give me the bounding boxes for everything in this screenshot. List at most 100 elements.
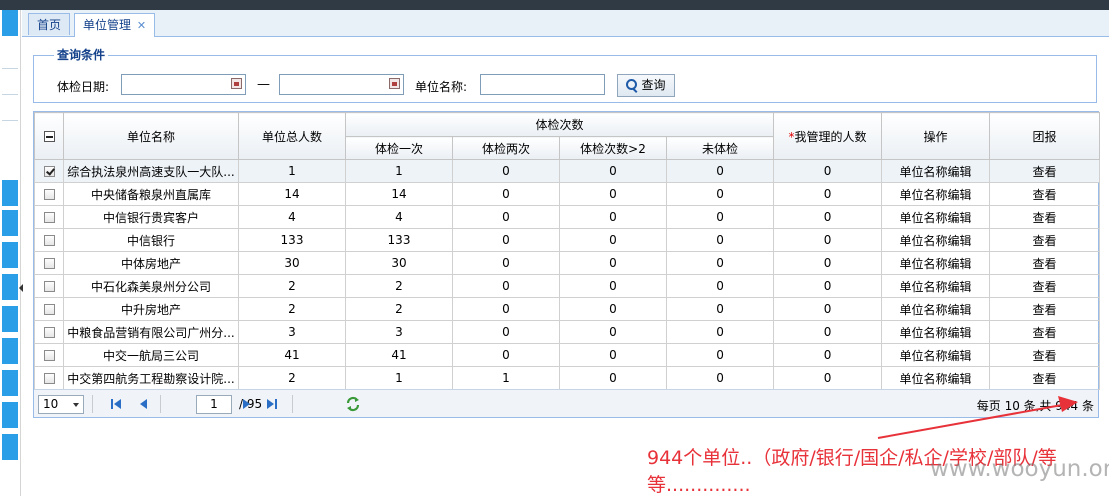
col-unit-name[interactable]: 单位名称 [63,112,239,160]
page-number-input[interactable]: 1 [196,395,232,414]
table-row[interactable]: 中交一航局三公司 41 41 0 0 0 0 单位名称编辑 查看 [34,343,1101,367]
close-icon[interactable]: ✕ [137,19,146,32]
col-mine[interactable]: *我管理的人数 [773,112,883,160]
cell-twice: 0 [452,228,560,252]
collapse-arrow-icon[interactable] [19,284,23,292]
sidebar-button[interactable] [2,242,18,268]
sidebar-button[interactable] [2,306,18,332]
cell-mine: 0 [773,297,883,321]
tab-home-label: 首页 [37,18,62,32]
cell-total: 1 [238,159,346,183]
col-twice[interactable]: 体检两次 [452,136,560,160]
col-more[interactable]: 体检次数>2 [559,136,667,160]
cell-report[interactable]: 查看 [989,159,1101,183]
col-total[interactable]: 单位总人数 [238,112,346,160]
date-to-input[interactable] [279,74,404,95]
row-checkbox[interactable] [34,320,64,344]
cell-report[interactable]: 查看 [989,366,1101,390]
col-none[interactable]: 未体检 [665,136,775,160]
cell-report[interactable]: 查看 [989,320,1101,344]
cell-op[interactable]: 单位名称编辑 [881,297,991,321]
row-checkbox[interactable] [34,205,64,229]
row-checkbox[interactable] [34,182,64,206]
cell-op[interactable]: 单位名称编辑 [881,205,991,229]
cell-report[interactable]: 查看 [989,205,1101,229]
cell-op[interactable]: 单位名称编辑 [881,274,991,298]
cell-report[interactable]: 查看 [989,297,1101,321]
checkbox-icon [43,327,55,338]
cell-total: 2 [238,297,346,321]
select-all-checkbox[interactable] [34,112,64,160]
cell-total: 2 [238,366,346,390]
table-row[interactable]: 中粮食品营销有限公司广州分... 3 3 0 0 0 0 单位名称编辑 查看 [34,320,1101,344]
sidebar-button[interactable] [2,434,18,460]
cell-none: 0 [665,228,775,252]
table-row[interactable]: 中体房地产 30 30 0 0 0 0 单位名称编辑 查看 [34,251,1101,275]
row-checkbox[interactable] [34,297,64,321]
sidebar-button[interactable] [2,402,18,428]
cell-op[interactable]: 单位名称编辑 [881,228,991,252]
search-button[interactable]: 查询 [617,74,675,97]
cell-name: 中信银行 [63,228,239,252]
cell-report[interactable]: 查看 [989,251,1101,275]
first-page-icon[interactable] [111,399,123,409]
prev-page-icon[interactable] [138,399,150,409]
cell-op[interactable]: 单位名称编辑 [881,251,991,275]
sidebar-button[interactable] [2,338,18,364]
row-checkbox[interactable] [34,228,64,252]
row-checkbox[interactable] [34,343,64,367]
sidebar-button[interactable] [2,10,18,36]
cell-op[interactable]: 单位名称编辑 [881,366,991,390]
next-page-icon[interactable] [241,399,253,409]
checkbox-icon [43,258,55,269]
date-from-input[interactable] [121,74,246,95]
cell-none: 0 [665,205,775,229]
cell-total: 3 [238,320,346,344]
sidebar-button[interactable] [2,370,18,396]
cell-name: 综合执法泉州高速支队一大队... [63,159,239,183]
calendar-icon[interactable] [389,78,400,89]
table-row[interactable]: 中石化森美泉州分公司 2 2 0 0 0 0 单位名称编辑 查看 [34,274,1101,298]
sidebar-button[interactable] [2,274,18,300]
calendar-icon[interactable] [231,78,242,89]
cell-mine: 0 [773,182,883,206]
last-page-icon[interactable] [267,399,279,409]
checkbox-icon [43,212,55,223]
table-row[interactable]: 中信银行 133 133 0 0 0 0 单位名称编辑 查看 [34,228,1101,252]
row-checkbox[interactable] [34,366,64,390]
row-checkbox[interactable] [34,159,64,183]
cell-name: 中信银行贵宾客户 [63,205,239,229]
tab-unit-management[interactable]: 单位管理 ✕ [74,13,156,37]
table-row[interactable]: 中升房地产 2 2 0 0 0 0 单位名称编辑 查看 [34,297,1101,321]
col-report: 团报 [989,112,1101,160]
table-row[interactable]: 中信银行贵宾客户 4 4 0 0 0 0 单位名称编辑 查看 [34,205,1101,229]
unit-name-input[interactable] [480,74,605,95]
search-icon [626,79,638,90]
cell-op[interactable]: 单位名称编辑 [881,320,991,344]
cell-mine: 0 [773,274,883,298]
row-checkbox[interactable] [34,274,64,298]
tab-unit-management-label: 单位管理 [83,18,132,32]
table-row[interactable]: 综合执法泉州高速支队一大队... 1 1 0 0 0 0 单位名称编辑 查看 [34,159,1101,183]
table-row[interactable]: 中央储备粮泉州直属库 14 14 0 0 0 0 单位名称编辑 查看 [34,182,1101,206]
cell-none: 0 [665,366,775,390]
col-once[interactable]: 体检一次 [345,136,453,160]
row-checkbox[interactable] [34,251,64,275]
refresh-icon[interactable] [345,396,361,412]
cell-once: 14 [345,182,453,206]
cell-report[interactable]: 查看 [989,343,1101,367]
cell-report[interactable]: 查看 [989,274,1101,298]
cell-op[interactable]: 单位名称编辑 [881,182,991,206]
cell-op[interactable]: 单位名称编辑 [881,343,991,367]
cell-report[interactable]: 查看 [989,228,1101,252]
cell-op[interactable]: 单位名称编辑 [881,159,991,183]
sidebar-button[interactable] [2,210,18,236]
sidebar-button[interactable] [2,180,18,206]
cell-once: 30 [345,251,453,275]
cell-once: 4 [345,205,453,229]
cell-report[interactable]: 查看 [989,182,1101,206]
unit-name-label: 单位名称: [415,80,468,94]
tab-home[interactable]: 首页 [28,13,71,35]
table-row[interactable]: 中交第四航务工程勘察设计院... 2 1 1 0 0 0 单位名称编辑 查看 [34,366,1101,390]
page-size-select[interactable]: 10 [38,395,84,414]
